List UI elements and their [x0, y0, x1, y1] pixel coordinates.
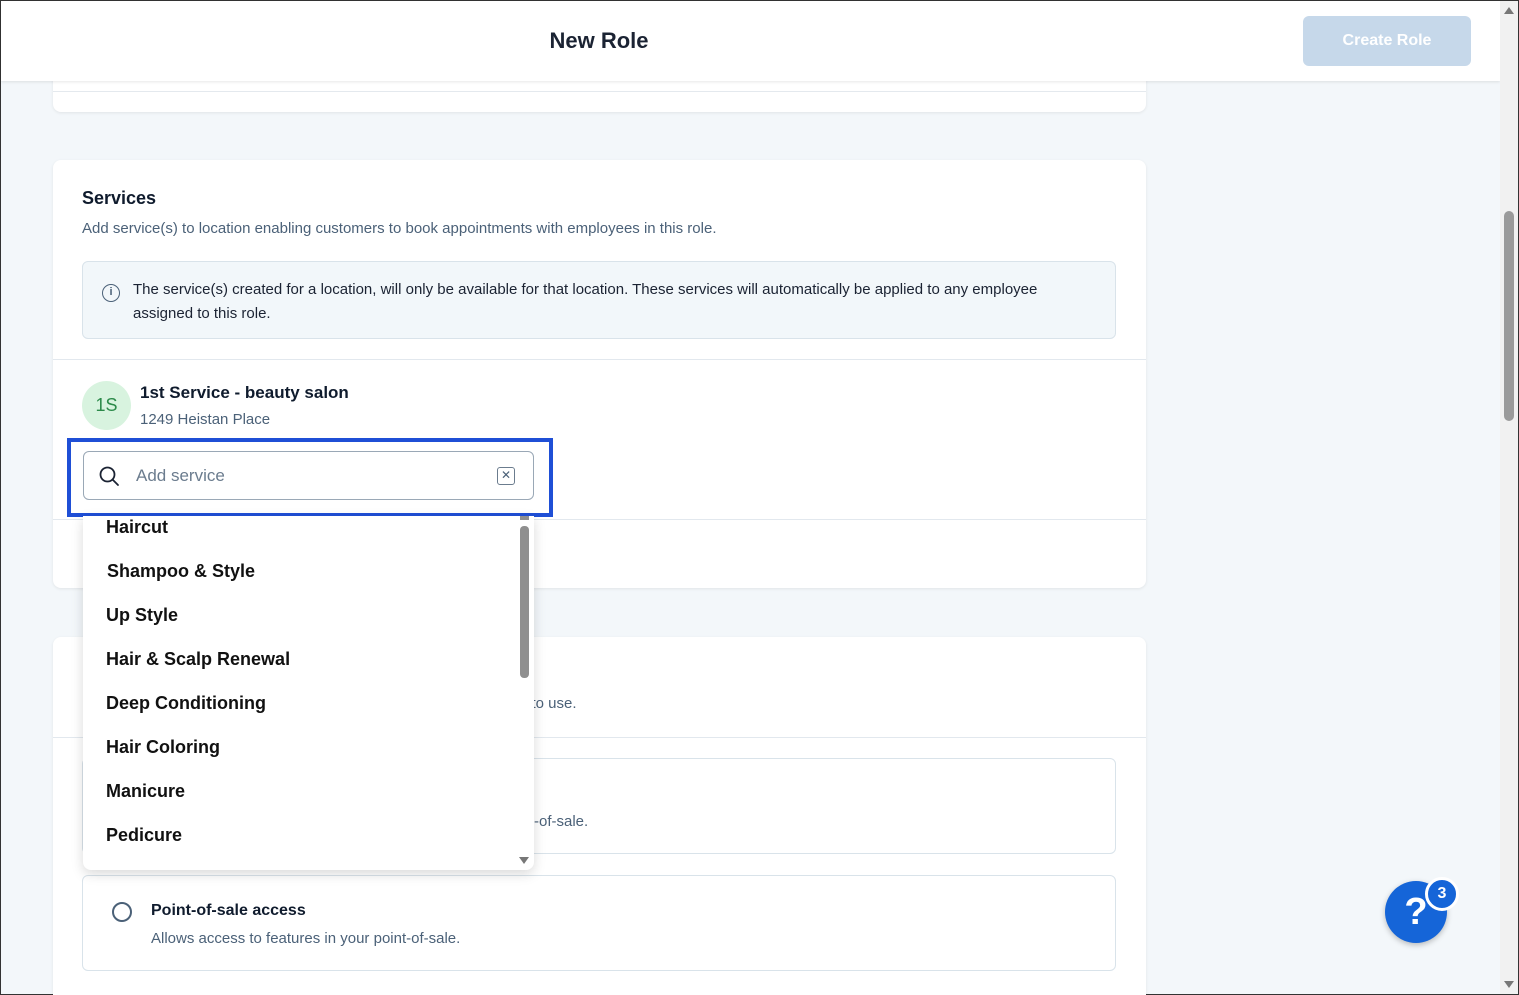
permission-option-pos[interactable]: Point-of-sale access Allows access to fe… — [82, 875, 1116, 971]
add-service-search[interactable]: ✕ — [83, 451, 534, 500]
dropdown-item[interactable]: Shampoo & Style — [107, 561, 255, 582]
services-title: Services — [82, 188, 157, 208]
dropdown-item[interactable]: Hair Coloring — [106, 737, 220, 758]
scroll-down-arrow-icon[interactable] — [1504, 981, 1514, 988]
page-header: New Role Create Role — [1, 1, 1500, 81]
dropdown-scroll-down-icon[interactable] — [519, 857, 529, 864]
dropdown-scroll-top[interactable] — [520, 516, 529, 520]
dropdown-item[interactable]: Hair & Scalp Renewal — [106, 649, 290, 670]
pos-access-description: Allows access to features in your point-… — [151, 930, 461, 947]
dropdown-scroll-thumb[interactable] — [520, 526, 529, 678]
info-icon: i — [102, 284, 120, 302]
scroll-thumb[interactable] — [1504, 211, 1514, 421]
services-info-box: i The service(s) created for a location,… — [82, 261, 1116, 339]
page-scrollbar[interactable] — [1500, 1, 1518, 994]
create-role-button[interactable]: Create Role — [1303, 16, 1471, 66]
pos-access-title: Point-of-sale access — [151, 902, 306, 919]
dropdown-item[interactable]: Up Style — [106, 605, 178, 626]
card-divider — [53, 91, 1146, 92]
permission-option-desc: -of-sale. — [534, 813, 589, 830]
location-address: 1249 Heistan Place — [140, 411, 271, 428]
location-avatar: 1S — [82, 381, 131, 430]
section-divider — [53, 359, 1146, 360]
dropdown-item[interactable]: Manicure — [106, 781, 185, 802]
services-info-text: The service(s) created for a location, w… — [133, 281, 1038, 322]
pos-access-radio[interactable] — [112, 902, 132, 922]
dropdown-item[interactable]: Pedicure — [106, 825, 182, 846]
services-description: Add service(s) to location enabling cust… — [82, 220, 717, 237]
dropdown-item[interactable]: Deep Conditioning — [106, 693, 266, 714]
search-icon — [99, 466, 119, 486]
scroll-up-arrow-icon[interactable] — [1504, 7, 1514, 14]
help-notification-badge: 3 — [1425, 877, 1459, 911]
location-name: 1st Service - beauty salon — [140, 383, 349, 402]
add-service-input[interactable] — [136, 462, 476, 490]
clear-icon[interactable]: ✕ — [497, 467, 515, 485]
dropdown-item[interactable]: Haircut — [106, 517, 168, 538]
service-dropdown[interactable]: Haircut Shampoo & Style Up Style Hair & … — [83, 516, 534, 870]
page-title: New Role — [549, 28, 649, 53]
